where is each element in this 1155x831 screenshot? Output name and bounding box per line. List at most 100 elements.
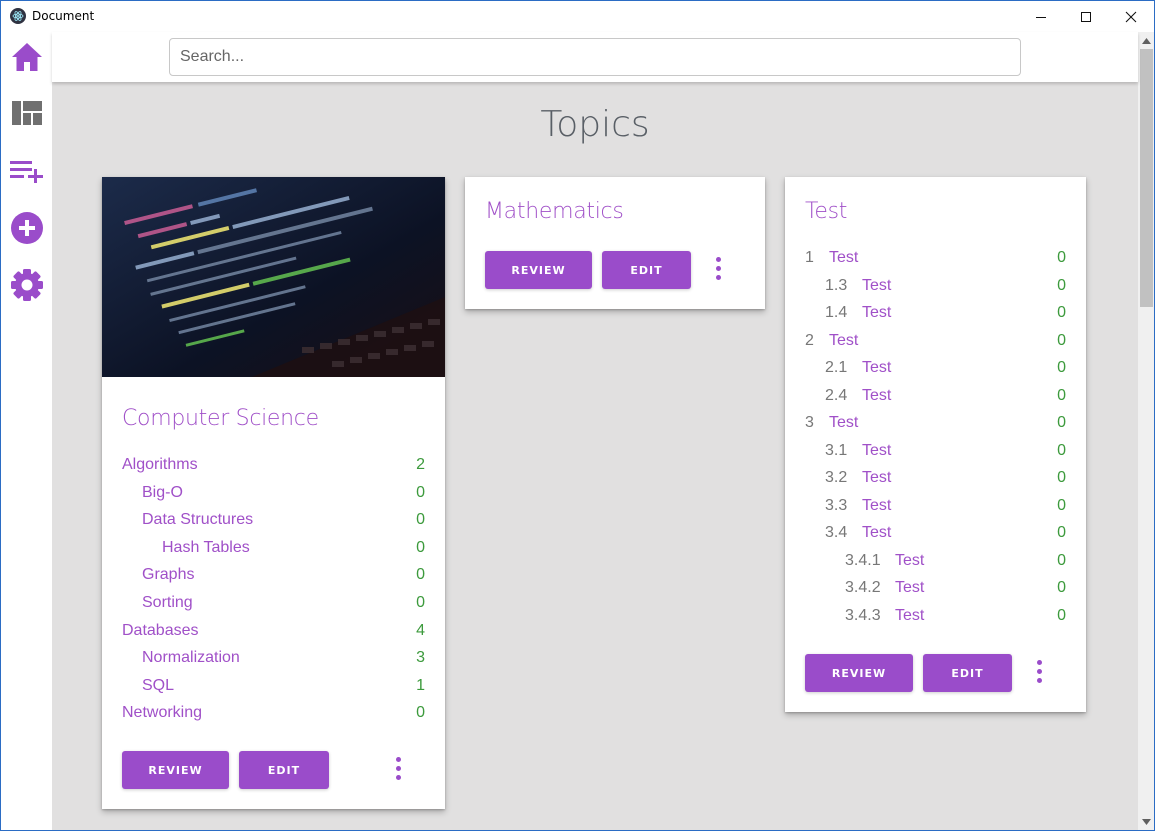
topic-row: Graphs 0	[102, 565, 445, 592]
sidebar-item-settings[interactable]	[10, 268, 44, 302]
topic-row: Normalization 3	[102, 648, 445, 675]
topic-name-link[interactable]: Networking	[122, 703, 202, 723]
main-content: Topics Computer Science Algorithms 2 Big…	[52, 82, 1138, 830]
topic-count: 0	[1057, 386, 1066, 404]
topic-name-link[interactable]: Test	[862, 386, 891, 406]
topic-count: 0	[1057, 331, 1066, 349]
topic-number: 3.3	[825, 496, 848, 514]
topic-row: 2.1 Test 0	[785, 358, 1086, 385]
sidebar-item-dashboard[interactable]	[10, 96, 44, 130]
review-button[interactable]: REVIEW	[122, 751, 229, 789]
topic-name-link[interactable]: Test	[862, 468, 891, 488]
topic-card-computer-science: Computer Science Algorithms 2 Big-O 0 Data S…	[102, 177, 445, 809]
edit-button[interactable]: EDIT	[239, 751, 329, 789]
topic-row: Data Structures 0	[102, 510, 445, 537]
minimize-icon	[1036, 16, 1046, 18]
topic-count: 0	[1057, 304, 1066, 321]
topic-name-link[interactable]: Test	[895, 551, 924, 571]
topic-name-link[interactable]: Databases	[122, 621, 199, 641]
topic-name-link[interactable]: Graphs	[142, 565, 194, 585]
topic-name-link[interactable]: Test	[829, 248, 858, 268]
topic-number: 3.4	[825, 524, 848, 541]
title-bar: Document	[1, 1, 1154, 32]
topic-name-link[interactable]: Test	[829, 331, 858, 351]
sidebar-item-add-list[interactable]	[10, 154, 44, 188]
topic-count: 3	[416, 649, 425, 667]
topic-row: Databases 4	[102, 621, 445, 648]
close-button[interactable]	[1108, 1, 1154, 32]
topic-count: 4	[416, 621, 425, 639]
topic-row: Networking 0	[102, 703, 445, 730]
topic-name-link[interactable]: Test	[895, 606, 924, 626]
topic-count: 0	[416, 538, 425, 556]
topic-name-link[interactable]: Sorting	[142, 593, 193, 613]
more-options-icon[interactable]	[708, 253, 728, 283]
topic-count: 2	[416, 456, 425, 473]
topic-row: 3.2 Test 0	[785, 468, 1086, 495]
scroll-up-arrow-icon[interactable]	[1138, 32, 1154, 49]
topic-row: SQL 1	[102, 676, 445, 703]
dashboard-icon	[12, 101, 42, 125]
topic-name-link[interactable]: Hash Tables	[162, 538, 250, 558]
topic-name-link[interactable]: SQL	[142, 676, 174, 696]
top-bar	[52, 32, 1138, 82]
topic-name-link[interactable]: Big-O	[142, 483, 183, 503]
app-window: Document Search... Topics Computer Scien…	[0, 0, 1155, 831]
topic-count: 0	[416, 483, 425, 501]
search-input[interactable]	[169, 38, 1021, 76]
topic-row: 3.3 Test 0	[785, 496, 1086, 523]
card-title: Computer Science	[122, 406, 319, 431]
sidebar-item-add[interactable]	[10, 211, 44, 245]
topic-count: 0	[1057, 441, 1066, 459]
review-button[interactable]: REVIEW	[805, 654, 913, 692]
page-title: Topics	[540, 104, 650, 145]
topic-number: 1.3	[825, 276, 848, 294]
topic-row: 3 Test 0	[785, 413, 1086, 440]
maximize-button[interactable]	[1063, 1, 1109, 32]
topic-row: 3.4 Test 0	[785, 523, 1086, 550]
topic-count: 1	[416, 676, 425, 694]
sidebar-item-home[interactable]	[10, 40, 44, 74]
topic-count: 0	[1057, 276, 1066, 294]
scroll-down-arrow-icon[interactable]	[1138, 813, 1154, 830]
topic-name-link[interactable]: Test	[862, 523, 891, 543]
topic-name-link[interactable]: Normalization	[142, 648, 240, 668]
topic-name-link[interactable]: Test	[895, 578, 924, 598]
more-options-icon[interactable]	[388, 753, 408, 783]
topic-row: 3.4.3 Test 0	[785, 606, 1086, 633]
more-options-icon[interactable]	[1029, 656, 1049, 686]
topic-number: 3.1	[825, 441, 848, 459]
topic-name-link[interactable]: Test	[862, 276, 891, 296]
topic-count: 0	[416, 511, 425, 529]
topic-row: 2.4 Test 0	[785, 386, 1086, 413]
topic-number: 1	[805, 249, 814, 266]
topic-row: Big-O 0	[102, 483, 445, 510]
topic-name-link[interactable]: Data Structures	[142, 510, 253, 530]
topic-name-link[interactable]: Test	[829, 413, 858, 433]
topic-count: 0	[1057, 249, 1066, 266]
card-cover-image	[102, 177, 445, 377]
topic-name-link[interactable]: Test	[862, 358, 891, 378]
topic-count: 0	[1057, 359, 1066, 376]
topic-name-link[interactable]: Test	[862, 496, 891, 516]
topic-name-link[interactable]: Algorithms	[122, 455, 198, 475]
topic-count: 0	[1057, 414, 1066, 431]
topic-count: 0	[416, 566, 425, 584]
app-logo-icon	[10, 8, 26, 24]
topic-row: 3.4.2 Test 0	[785, 578, 1086, 605]
scrollbar-thumb[interactable]	[1140, 49, 1153, 307]
topic-number: 3	[805, 414, 814, 431]
topic-card-test: Test 1 Test 0 1.3 Test 0 1.4 Test 0 2 Test 0 2.1 Test…	[785, 177, 1086, 712]
home-icon	[12, 43, 42, 71]
topic-row: 1.4 Test 0	[785, 303, 1086, 330]
topic-count: 0	[1057, 524, 1066, 541]
minimize-button[interactable]	[1018, 1, 1064, 32]
topic-name-link[interactable]: Test	[862, 303, 891, 323]
edit-button[interactable]: EDIT	[923, 654, 1012, 692]
topic-row: Hash Tables 0	[102, 538, 445, 565]
vertical-scrollbar[interactable]	[1138, 32, 1154, 830]
window-title: Document	[32, 9, 95, 23]
review-button[interactable]: REVIEW	[485, 251, 592, 289]
edit-button[interactable]: EDIT	[602, 251, 691, 289]
topic-name-link[interactable]: Test	[862, 441, 891, 461]
